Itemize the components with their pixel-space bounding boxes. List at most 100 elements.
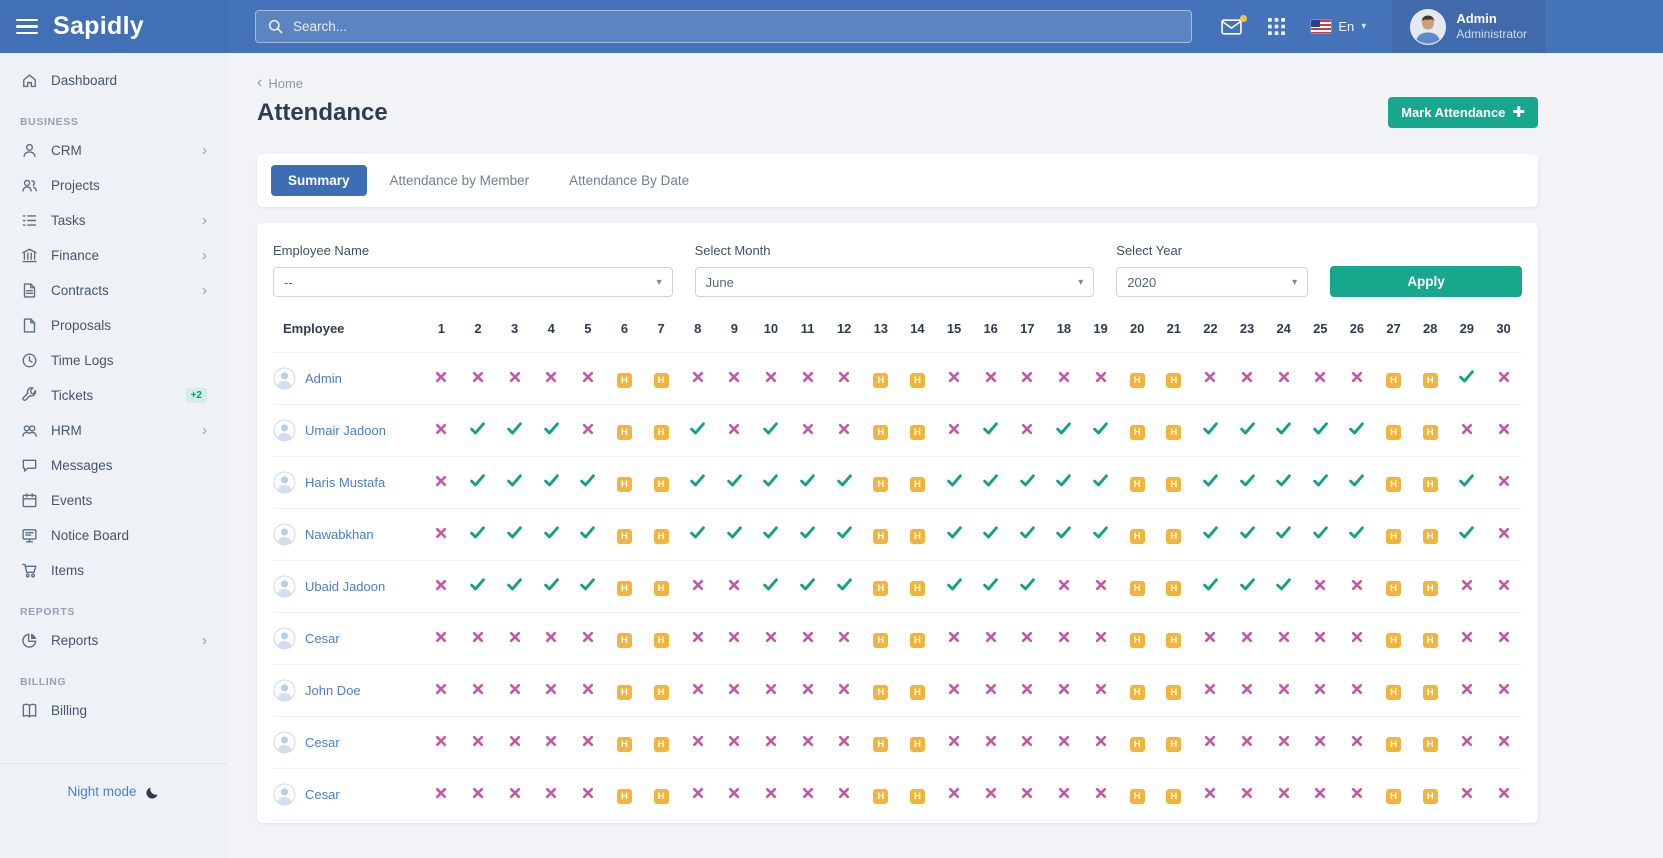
absent-x-icon [765, 734, 777, 751]
absent-x-icon [802, 630, 814, 647]
sidebar-item-tickets[interactable]: Tickets +2 [0, 378, 227, 413]
employee-avatar-icon [273, 419, 296, 442]
employee-name-link[interactable]: Cesar [305, 631, 340, 646]
sidebar-item-dashboard[interactable]: Dashboard [0, 63, 227, 98]
employee-name-link[interactable]: Admin [305, 371, 342, 386]
month-select[interactable]: June ▾ [694, 267, 1095, 297]
apply-button[interactable]: Apply [1330, 266, 1522, 297]
holiday-badge: H [1166, 528, 1182, 544]
employee-name-link[interactable]: Nawabkhan [305, 527, 374, 542]
people-icon [20, 177, 38, 195]
employee-avatar-icon [273, 575, 296, 598]
column-header-day-2: 2 [474, 321, 482, 336]
mark-cell-day-4 [532, 508, 570, 561]
employee-name-link[interactable]: Cesar [305, 735, 340, 750]
holiday-badge: H [616, 476, 632, 492]
tab-attendance-by-member[interactable]: Attendance by Member [373, 165, 547, 196]
employee-name-link[interactable]: Cesar [305, 787, 340, 802]
absent-x-icon [985, 682, 997, 699]
user-icon [20, 142, 38, 160]
mark-cell-day-13: H [862, 352, 900, 405]
present-check-icon [1203, 525, 1218, 543]
mark-cell-day-21: H [1155, 508, 1193, 561]
mark-cell-day-13: H [862, 508, 900, 561]
mark-attendance-button[interactable]: Mark Attendance ✚ [1388, 97, 1538, 128]
sidebar-item-contracts[interactable]: Contracts › [0, 273, 227, 308]
breadcrumb-home-link[interactable]: Home [268, 76, 303, 91]
language-selector[interactable]: En ▾ [1311, 19, 1366, 34]
mark-cell-day-15 [935, 404, 973, 457]
sidebar-item-reports[interactable]: Reports › [0, 623, 227, 658]
absent-x-icon [838, 682, 850, 699]
holiday-badge: H [653, 580, 669, 596]
mark-cell-day-10 [752, 612, 790, 665]
plus-icon: ✚ [1512, 104, 1525, 121]
present-check-icon [507, 525, 522, 543]
employee-name-link[interactable]: Haris Mustafa [305, 475, 385, 490]
sidebar-item-notice-board[interactable]: Notice Board [0, 518, 227, 553]
employee-name-link[interactable]: Umair Jadoon [305, 423, 386, 438]
mark-cell-day-8 [679, 768, 716, 821]
present-check-icon [1093, 421, 1108, 439]
sidebar-item-messages[interactable]: Messages [0, 448, 227, 483]
employee-name-select[interactable]: -- ▾ [273, 267, 673, 297]
employee-name-link[interactable]: John Doe [305, 683, 361, 698]
mark-cell-day-23 [1228, 456, 1266, 509]
mark-cell-day-26 [1338, 404, 1376, 457]
sidebar-item-proposals[interactable]: Proposals [0, 308, 227, 343]
mark-cell-day-3 [496, 352, 533, 405]
user-menu[interactable]: Admin Administrator [1392, 0, 1545, 53]
sidebar-item-hrm[interactable]: HRM › [0, 413, 227, 448]
mark-cell-day-15 [935, 508, 973, 561]
present-check-icon [507, 577, 522, 595]
tab-summary[interactable]: Summary [271, 165, 367, 196]
select-year-label: Select Year [1116, 243, 1183, 258]
holiday-badge: H [616, 424, 632, 440]
present-check-icon [690, 473, 706, 491]
mark-cell-day-21: H [1155, 560, 1193, 613]
sidebar-item-time-logs[interactable]: Time Logs [0, 343, 227, 378]
sidebar-item-events[interactable]: Events [0, 483, 227, 518]
absent-x-icon [1058, 578, 1070, 595]
absent-x-icon [802, 422, 814, 439]
absent-x-icon [985, 630, 997, 647]
mark-cell-day-30 [1485, 352, 1522, 405]
holiday-badge: H [909, 788, 925, 804]
mark-cell-day-8 [679, 352, 716, 405]
night-mode-toggle[interactable]: Night mode [0, 763, 227, 858]
topbar-actions: En ▾ Admin Administrator [1221, 0, 1663, 53]
breadcrumb[interactable]: ‹ Home [257, 75, 303, 91]
mark-cell-day-27: H [1375, 560, 1412, 613]
menu-toggle-button[interactable] [16, 18, 38, 35]
sidebar-item-projects[interactable]: Projects [0, 168, 227, 203]
tab-attendance-by-date[interactable]: Attendance By Date [552, 165, 706, 196]
sidebar-item-finance[interactable]: Finance › [0, 238, 227, 273]
mark-cell-day-7: H [642, 352, 680, 405]
absent-x-icon [948, 422, 960, 439]
holiday-badge: H [1166, 424, 1182, 440]
mark-cell-day-4 [532, 404, 570, 457]
sidebar-item-label: Tickets [51, 388, 94, 403]
absent-x-icon [838, 786, 850, 803]
filters-row: Employee Name -- ▾ Select Month June ▾ S… [273, 243, 1522, 297]
column-header-day-9: 9 [730, 321, 738, 336]
absent-x-icon [1021, 682, 1033, 699]
sidebar-item-crm[interactable]: CRM › [0, 133, 227, 168]
present-check-icon [1093, 473, 1108, 491]
mail-icon[interactable] [1221, 14, 1248, 35]
sidebar-item-billing[interactable]: Billing [0, 693, 227, 728]
employee-cell: Admin [273, 352, 423, 405]
sidebar-item-items[interactable]: Items [0, 553, 227, 588]
search-input[interactable] [293, 19, 1179, 34]
sidebar-item-tasks[interactable]: Tasks › [0, 203, 227, 238]
global-search[interactable] [255, 10, 1192, 43]
brand-logo[interactable]: Sapidly [53, 12, 144, 41]
holiday-badge: H [909, 684, 925, 700]
absent-x-icon [802, 682, 814, 699]
sidebar-item-label: Items [51, 563, 85, 578]
year-select[interactable]: 2020 ▾ [1116, 267, 1309, 297]
mark-cell-day-27: H [1375, 612, 1412, 665]
apps-grid-icon[interactable] [1268, 18, 1286, 35]
mark-cell-day-18 [1045, 664, 1083, 717]
employee-name-link[interactable]: Ubaid Jadoon [305, 579, 385, 594]
